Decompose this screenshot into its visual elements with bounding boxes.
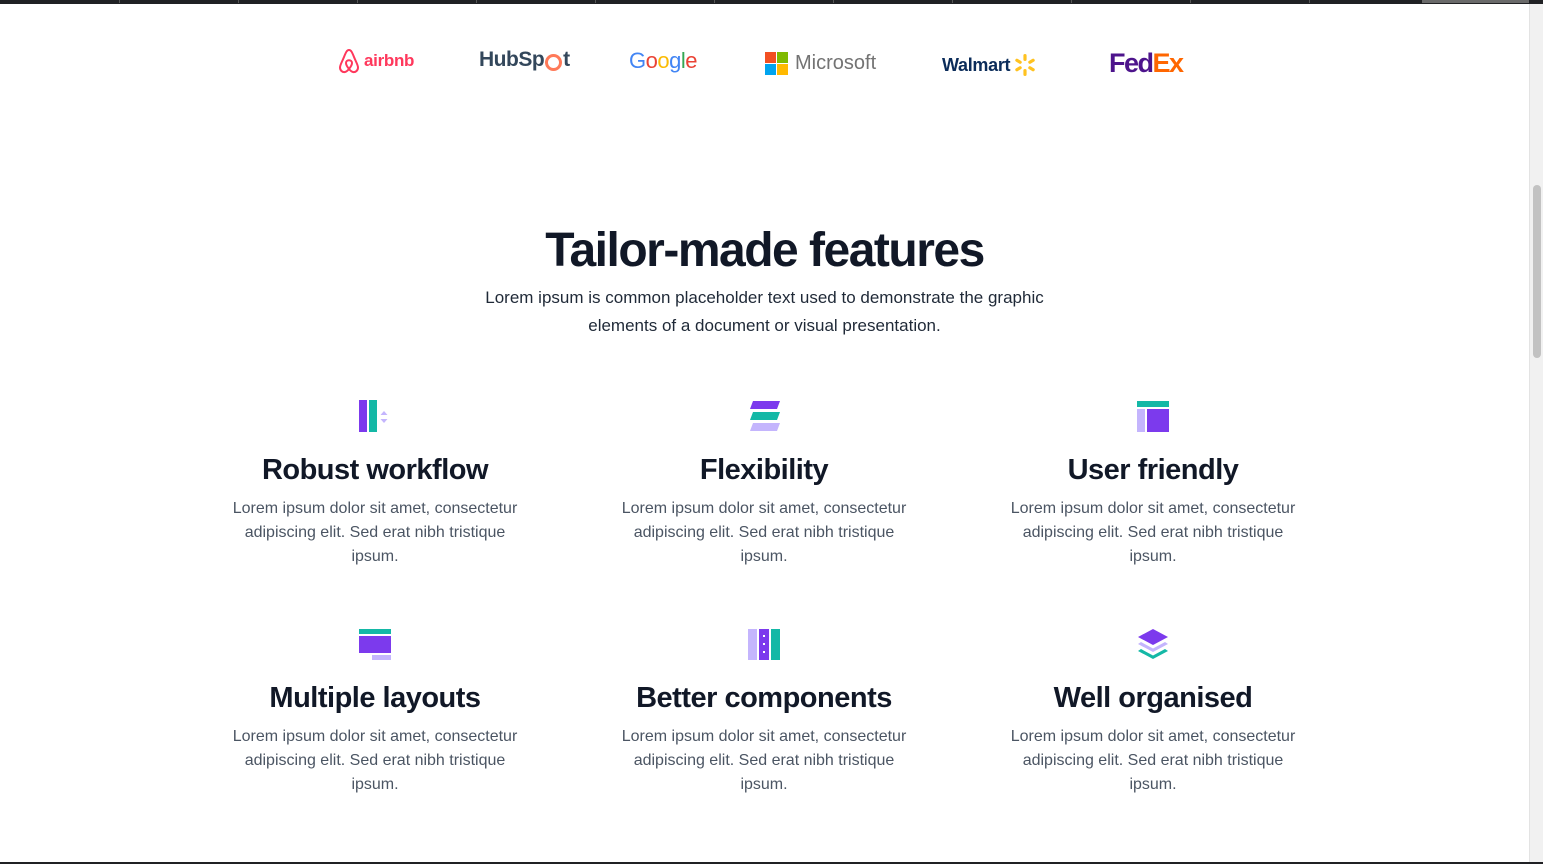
feature-card: Flexibility Lorem ipsum dolor sit amet, … bbox=[599, 399, 929, 569]
walmart-logo: Walmart bbox=[942, 52, 1038, 78]
feature-card: User friendly Lorem ipsum dolor sit amet… bbox=[988, 399, 1318, 569]
google-letter: e bbox=[685, 48, 698, 73]
flexibility-icon bbox=[750, 401, 780, 431]
hubspot-logo: HubSp t bbox=[479, 48, 570, 72]
feature-text: Lorem ipsum dolor sit amet, consectetur … bbox=[621, 500, 907, 565]
airbnb-wordmark: airbnb bbox=[364, 51, 415, 70]
hubspot-wordmark-a: HubSp bbox=[479, 48, 545, 71]
fedex-wordmark-fed: Fed bbox=[1109, 48, 1154, 78]
airbnb-belo-icon bbox=[338, 48, 360, 74]
feature-title: Better components bbox=[636, 682, 892, 714]
hubspot-sprocket-icon bbox=[545, 53, 563, 71]
hubspot-wordmark-b: t bbox=[563, 48, 570, 71]
feature-text: Lorem ipsum dolor sit amet, consectetur … bbox=[621, 728, 907, 793]
workflow-icon bbox=[359, 400, 388, 432]
section-title: Tailor-made features bbox=[545, 224, 985, 277]
feature-card: Multiple layouts Lorem ipsum dolor sit a… bbox=[210, 627, 540, 797]
microsoft-wordmark: Microsoft bbox=[795, 52, 877, 74]
google-logo: Google bbox=[629, 48, 698, 74]
feature-title: Robust workflow bbox=[261, 454, 489, 486]
google-letter: o bbox=[657, 48, 670, 73]
user-friendly-icon bbox=[1137, 401, 1169, 432]
components-icon bbox=[748, 629, 780, 660]
section-subtitle: Lorem ipsum is common placeholder text u… bbox=[485, 288, 1044, 335]
layouts-icon bbox=[359, 629, 391, 660]
walmart-spark-icon bbox=[1015, 54, 1035, 76]
microsoft-windows-icon bbox=[765, 52, 788, 75]
microsoft-logo: Microsoft bbox=[765, 52, 876, 75]
feature-text: Lorem ipsum dolor sit amet, consectetur … bbox=[232, 500, 518, 565]
feature-card: Well organised Lorem ipsum dolor sit ame… bbox=[988, 627, 1318, 797]
feature-text: Lorem ipsum dolor sit amet, consectetur … bbox=[1010, 500, 1296, 565]
landing-page: airbnb HubSp t Google Microsoft Walmart F… bbox=[0, 4, 1529, 862]
vertical-scrollbar[interactable] bbox=[1529, 4, 1543, 862]
feature-title: Flexibility bbox=[699, 454, 829, 486]
feature-card: Robust workflow Lorem ipsum dolor sit am… bbox=[210, 399, 540, 569]
feature-title: Multiple layouts bbox=[269, 682, 481, 714]
layers-icon bbox=[1138, 629, 1168, 659]
google-letter: g bbox=[669, 48, 681, 73]
google-letter: o bbox=[645, 48, 658, 73]
walmart-wordmark: Walmart bbox=[942, 54, 1011, 75]
feature-card: Better components Lorem ipsum dolor sit … bbox=[599, 627, 929, 797]
fedex-logo: Fed Ex bbox=[1109, 48, 1185, 79]
feature-text: Lorem ipsum dolor sit amet, consectetur … bbox=[1010, 728, 1296, 793]
scrollbar-thumb[interactable] bbox=[1533, 185, 1541, 358]
airbnb-logo: airbnb bbox=[338, 48, 414, 74]
feature-title: User friendly bbox=[1067, 454, 1239, 486]
feature-text: Lorem ipsum dolor sit amet, consectetur … bbox=[232, 728, 518, 793]
feature-title: Well organised bbox=[1053, 682, 1253, 714]
fedex-wordmark-ex: Ex bbox=[1152, 48, 1185, 78]
google-letter: G bbox=[629, 48, 646, 73]
